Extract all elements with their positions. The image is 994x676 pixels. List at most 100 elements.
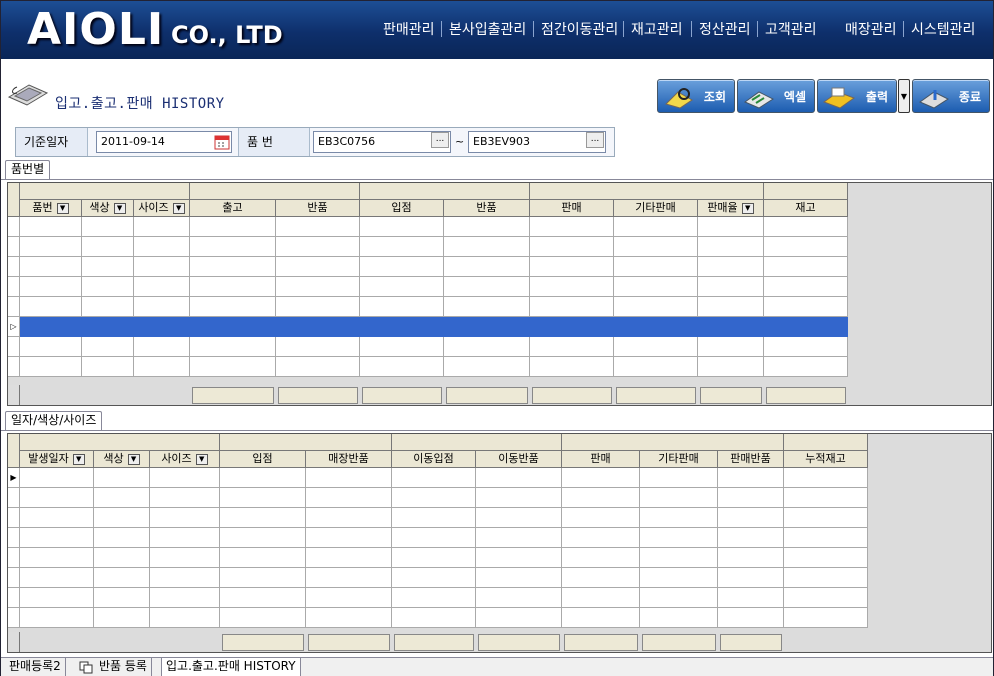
item-grid-cell[interactable] (530, 337, 614, 357)
item-grid-cell[interactable] (614, 317, 698, 337)
search-button[interactable]: 조회 (657, 79, 735, 113)
detail-grid-cell[interactable] (476, 568, 562, 588)
detail-grid-cell[interactable] (306, 608, 392, 628)
item-grid-cell[interactable] (276, 317, 360, 337)
item-grid-cell[interactable] (276, 277, 360, 297)
detail-grid-cell[interactable] (150, 508, 220, 528)
detail-grid-cell[interactable] (392, 548, 476, 568)
item-grid-cell[interactable] (360, 337, 444, 357)
item-grid-cell[interactable] (134, 277, 190, 297)
item-grid-column-header[interactable]: 품번 ▼ (20, 200, 82, 217)
detail-grid-cell[interactable] (718, 468, 784, 488)
detail-grid-column-header[interactable]: 발생일자 ▼ (20, 451, 94, 468)
detail-grid-cell[interactable] (562, 528, 640, 548)
detail-grid-cell[interactable] (306, 548, 392, 568)
detail-grid-row-header[interactable] (8, 488, 20, 508)
item-grid-column-header[interactable]: 반품 (276, 200, 360, 217)
detail-grid-cell[interactable] (150, 588, 220, 608)
detail-grid-row-header[interactable] (8, 568, 20, 588)
detail-grid-cell[interactable] (718, 548, 784, 568)
detail-grid-cell[interactable] (718, 568, 784, 588)
item-grid-cell[interactable] (614, 277, 698, 297)
item-grid-cell[interactable] (134, 317, 190, 337)
detail-grid-column-header[interactable]: 색상 ▼ (94, 451, 150, 468)
item-grid-cell[interactable] (82, 317, 134, 337)
detail-grid-cell[interactable] (640, 548, 718, 568)
item-grid-cell[interactable] (764, 337, 848, 357)
item-grid-cell[interactable] (444, 337, 530, 357)
item-grid-cell[interactable] (134, 357, 190, 377)
detail-grid-cell[interactable] (784, 488, 868, 508)
detail-grid-cell[interactable] (220, 548, 306, 568)
detail-grid-column-header[interactable]: 판매반품 (718, 451, 784, 468)
item-grid-cell[interactable] (614, 337, 698, 357)
item-grid-cell[interactable] (20, 217, 82, 237)
detail-grid-column-header[interactable]: 누적재고 (784, 451, 868, 468)
filter-dropdown-icon[interactable]: ▼ (195, 453, 208, 465)
detail-grid-cell[interactable] (306, 528, 392, 548)
detail-grid-cell[interactable] (20, 588, 94, 608)
item-grid-cell[interactable] (764, 277, 848, 297)
detail-grid-cell[interactable] (784, 608, 868, 628)
filter-dropdown-icon[interactable]: ▼ (72, 453, 85, 465)
detail-grid-cell[interactable] (476, 468, 562, 488)
detail-grid-cell[interactable] (476, 508, 562, 528)
detail-grid-cell[interactable] (220, 568, 306, 588)
print-button[interactable]: 출력 (817, 79, 897, 113)
item-grid-column-header[interactable]: 재고 (764, 200, 848, 217)
detail-grid-column-header[interactable]: 이동반품 (476, 451, 562, 468)
print-options-dropdown[interactable]: ▼ (898, 79, 910, 113)
detail-grid-cell[interactable] (718, 608, 784, 628)
item-grid-cell[interactable] (82, 217, 134, 237)
item-grid-cell[interactable] (276, 257, 360, 277)
item-grid-cell[interactable] (614, 357, 698, 377)
item-grid-cell[interactable] (614, 297, 698, 317)
window-tab-history[interactable]: 입고.출고.판매 HISTORY (161, 658, 301, 676)
item-grid-cell[interactable] (444, 297, 530, 317)
detail-grid-cell[interactable] (94, 508, 150, 528)
detail-grid-cell[interactable] (20, 568, 94, 588)
item-grid-cell[interactable] (82, 277, 134, 297)
item-grid-cell[interactable] (698, 237, 764, 257)
item-grid-cell[interactable] (530, 297, 614, 317)
item-grid-cell[interactable] (190, 297, 276, 317)
detail-grid-cell[interactable] (150, 548, 220, 568)
detail-grid-cell[interactable] (640, 588, 718, 608)
detail-grid-cell[interactable] (150, 568, 220, 588)
detail-grid-cell[interactable] (562, 608, 640, 628)
filter-dropdown-icon[interactable]: ▼ (172, 202, 185, 214)
item-grid-cell[interactable] (530, 357, 614, 377)
detail-grid-cell[interactable] (640, 508, 718, 528)
detail-grid-cell[interactable] (94, 588, 150, 608)
detail-grid-cell[interactable] (306, 468, 392, 488)
detail-grid-row-header[interactable] (8, 608, 20, 628)
item-grid-cell[interactable] (698, 257, 764, 277)
detail-grid-cell[interactable] (94, 568, 150, 588)
item-grid-row-header[interactable] (8, 337, 20, 357)
item-grid-cell[interactable] (276, 237, 360, 257)
item-grid-cell[interactable] (190, 277, 276, 297)
detail-grid-cell[interactable] (306, 508, 392, 528)
item-grid-cell[interactable] (614, 217, 698, 237)
detail-grid-cell[interactable] (392, 508, 476, 528)
item-grid-cell[interactable] (444, 357, 530, 377)
detail-grid-cell[interactable] (20, 468, 94, 488)
tab-by-date-color-size[interactable]: 일자/색상/사이즈 (5, 411, 103, 430)
detail-grid-column-header[interactable]: 이동입점 (392, 451, 476, 468)
detail-grid-cell[interactable] (20, 528, 94, 548)
item-grid-cell[interactable] (360, 257, 444, 277)
detail-grid-column-header[interactable]: 사이즈 ▼ (150, 451, 220, 468)
detail-grid-cell[interactable] (220, 608, 306, 628)
detail-grid-cell[interactable] (784, 548, 868, 568)
detail-grid-cell[interactable] (562, 588, 640, 608)
detail-grid-cell[interactable] (306, 568, 392, 588)
menu-settlement[interactable]: 정산관리 (699, 19, 751, 39)
item-grid-row-header[interactable] (8, 217, 20, 237)
detail-grid-column-header[interactable]: 판매 (562, 451, 640, 468)
detail-grid-cell[interactable] (392, 488, 476, 508)
item-grid-cell[interactable] (82, 337, 134, 357)
item-grid-cell[interactable] (698, 297, 764, 317)
detail-grid-cell[interactable] (562, 548, 640, 568)
detail-grid-cell[interactable] (220, 528, 306, 548)
item-grid-cell[interactable] (530, 257, 614, 277)
